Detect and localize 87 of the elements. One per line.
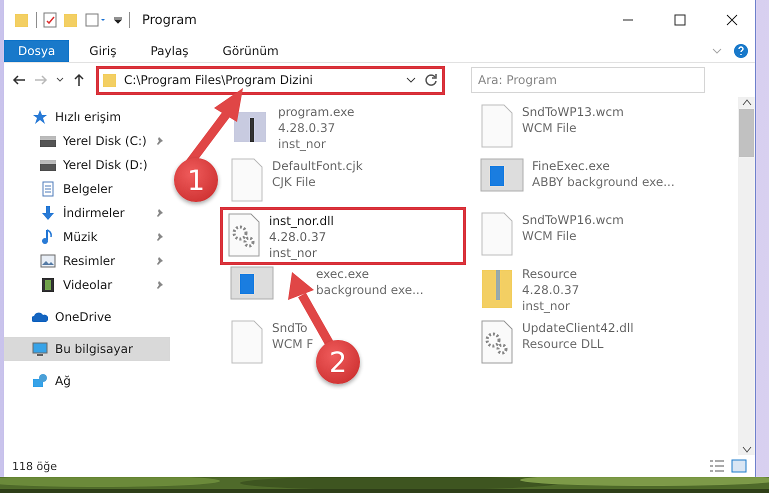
sidebar-item[interactable]: Bu bilgisayar <box>4 337 170 361</box>
file-detail: 4.28.0.37 <box>269 229 328 245</box>
properties-icon[interactable] <box>43 12 57 28</box>
sidebar-item[interactable]: Videolar <box>4 273 170 297</box>
search-field[interactable]: Ara: Program <box>471 67 705 93</box>
sidebar-item[interactable]: Resimler <box>4 249 170 273</box>
sidebar-item[interactable]: Yerel Disk (D:) <box>4 153 170 177</box>
file-name: program.exe <box>278 104 354 120</box>
file-name: UpdateClient42.dll <box>522 320 634 336</box>
network-icon <box>32 373 48 389</box>
document-icon <box>40 181 56 197</box>
file-detail: ABBY background exe... <box>532 174 675 190</box>
address-bar[interactable]: C:\Program Files\Program Dizini <box>96 66 445 94</box>
window-title: Program <box>142 12 198 28</box>
file-name: Resource <box>522 266 578 282</box>
file-tile[interactable]: SndToWP13.wcm WCM File <box>476 101 628 155</box>
address-path: C:\Program Files\Program Dizini <box>124 73 314 87</box>
file-detail: WCM File <box>522 120 578 136</box>
file-tile[interactable]: SndToWP16.wcm WCM File <box>476 209 628 263</box>
ribbon-tab[interactable]: Paylaş <box>136 40 203 62</box>
drive-icon <box>40 157 56 173</box>
ribbon-tab[interactable]: Dosya <box>4 40 70 62</box>
file-tile[interactable]: UpdateClient42.dll Resource DLL <box>476 317 638 371</box>
window-icon <box>480 158 524 192</box>
file-detail: WCM F <box>272 336 314 352</box>
file-detail: Resource DLL <box>522 336 604 352</box>
window-icon <box>230 266 274 300</box>
file-icon <box>480 104 514 148</box>
scroll-down-icon[interactable] <box>742 445 752 455</box>
drive-icon <box>40 133 56 149</box>
computer-icon <box>32 341 48 357</box>
chevron-down-icon[interactable] <box>56 76 64 84</box>
file-name: SndToWP13.wcm <box>522 104 624 120</box>
file-name: SndTo <box>272 320 308 336</box>
file-detail: 4.28.0.37 <box>278 120 336 136</box>
view-icon[interactable] <box>85 12 107 28</box>
file-icon <box>230 158 264 202</box>
sidebar-item[interactable]: Hızlı erişim <box>4 105 170 129</box>
maximize-icon <box>674 14 686 26</box>
up-arrow-icon[interactable] <box>72 73 86 87</box>
minimize-icon <box>622 19 634 21</box>
scroll-up-icon[interactable] <box>742 97 752 107</box>
sidebar-item[interactable]: Müzik <box>4 225 170 249</box>
sidebar-item[interactable]: İndirmeler <box>4 201 170 225</box>
file-tile[interactable]: DefaultFont.cjk CJK File <box>226 155 367 209</box>
pictures-icon <box>40 253 56 269</box>
sidebar-item[interactable]: OneDrive <box>4 305 170 329</box>
gear-file-icon <box>480 320 514 364</box>
file-icon <box>230 320 264 364</box>
large-icons-view-icon[interactable] <box>731 459 747 473</box>
file-detail: inst_nor <box>522 298 571 314</box>
gear-file-icon <box>227 213 261 257</box>
file-tile[interactable]: exec.exe background exe... <box>226 263 428 317</box>
details-view-icon[interactable] <box>709 459 725 473</box>
sidebar-item[interactable]: Belgeler <box>4 177 170 201</box>
scroll-thumb[interactable] <box>739 109 754 157</box>
file-tile[interactable]: Resource 4.28.0.37 inst_nor <box>476 263 584 317</box>
file-name: exec.exe <box>316 266 370 282</box>
file-detail: inst_nor <box>269 245 318 261</box>
close-icon <box>726 14 738 26</box>
download-icon <box>40 205 56 221</box>
file-tile[interactable]: program.exe 4.28.0.37 inst_nor <box>226 101 358 155</box>
file-tile[interactable]: inst_nor.dll 4.28.0.37 inst_nor <box>220 207 466 265</box>
folder-icon <box>102 72 118 88</box>
file-icon <box>480 212 514 256</box>
star-icon <box>32 109 48 125</box>
file-tile[interactable]: FineExec.exe ABBY background exe... <box>476 155 679 209</box>
refresh-icon[interactable] <box>423 72 439 88</box>
ribbon-tab[interactable]: Giriş <box>75 40 130 62</box>
file-detail: background exe... <box>316 282 424 298</box>
file-name: inst_nor.dll <box>269 213 334 229</box>
file-detail: 4.28.0.37 <box>522 282 580 298</box>
sidebar-item[interactable]: Ağ <box>4 369 170 393</box>
sidebar-item[interactable]: Yerel Disk (C:) <box>4 129 170 153</box>
scrollbar[interactable] <box>738 97 755 455</box>
item-count: 118 öğe <box>12 460 58 472</box>
file-detail: WCM File <box>522 228 578 244</box>
film-icon <box>40 277 56 293</box>
dropdown-icon[interactable] <box>113 15 123 25</box>
file-tile[interactable]: SndTo WCM F <box>226 317 318 371</box>
file-detail: inst_nor <box>278 136 327 152</box>
file-name: SndToWP16.wcm <box>522 212 624 228</box>
file-name: FineExec.exe <box>532 158 611 174</box>
back-arrow-icon[interactable] <box>12 73 26 87</box>
ribbon-tab[interactable]: Görünüm <box>208 40 293 62</box>
file-name: DefaultFont.cjk <box>272 158 363 174</box>
file-detail: CJK File <box>272 174 317 190</box>
